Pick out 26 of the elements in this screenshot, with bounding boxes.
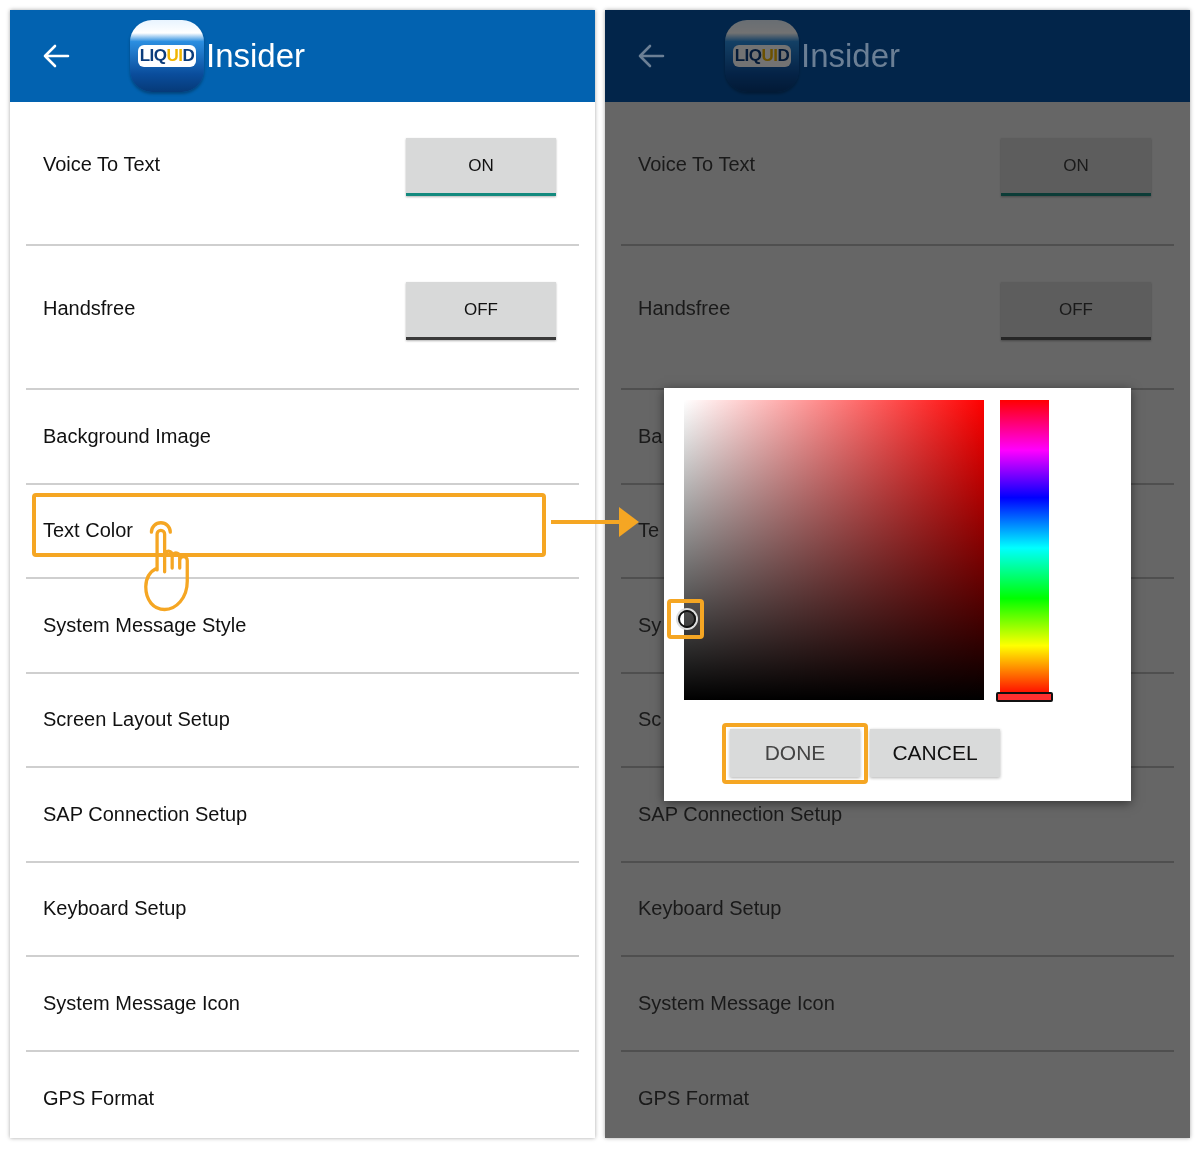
settings-item[interactable]: Text Color — [26, 484, 579, 579]
arrow-icon — [551, 505, 639, 539]
logo-text: LIQUID — [137, 45, 197, 67]
color-saturation-area[interactable] — [684, 400, 984, 700]
toggle-button[interactable]: ON — [406, 138, 556, 196]
highlight-frame — [667, 599, 704, 639]
app-title: Insider — [206, 37, 306, 75]
cancel-button[interactable]: CANCEL — [870, 729, 1000, 777]
logo-text: LIQUID — [732, 45, 792, 67]
settings-item[interactable]: Background Image — [26, 390, 579, 485]
setting-label: Voice To Text — [43, 153, 161, 176]
toggle-button[interactable]: OFF — [406, 282, 556, 340]
setting-label: Voice To Text — [638, 153, 756, 176]
settings-item[interactable]: Keyboard Setup — [26, 862, 579, 957]
done-button[interactable]: DONE — [730, 729, 860, 777]
back-arrow-icon[interactable] — [637, 44, 665, 68]
setting-label: Handsfree — [43, 297, 136, 320]
settings-item[interactable]: System Message Icon — [26, 957, 579, 1052]
settings-item[interactable]: Screen Layout Setup — [26, 673, 579, 768]
hue-handle[interactable] — [996, 692, 1053, 702]
settings-item[interactable]: SAP Connection Setup — [26, 768, 579, 863]
settings-item[interactable]: System Message Style — [26, 579, 579, 674]
settings-item[interactable]: GPS Format — [26, 1051, 579, 1138]
color-thumb[interactable] — [678, 610, 696, 628]
app-title: Insider — [801, 37, 901, 75]
setting-label: Handsfree — [638, 297, 731, 320]
